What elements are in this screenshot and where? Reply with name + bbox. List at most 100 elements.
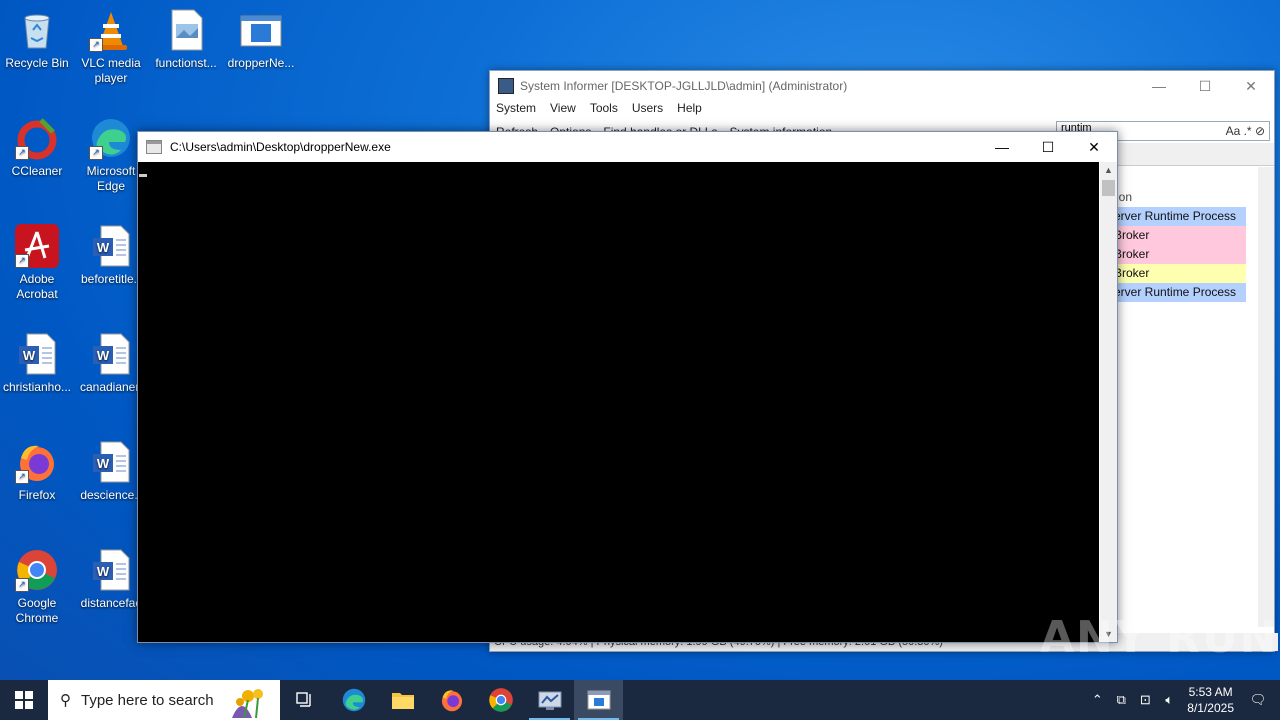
taskbar-search-box[interactable]: ⚲ Type here to search (48, 680, 280, 720)
recycle-bin-label: Recycle Bin (5, 56, 69, 70)
svg-text:W: W (97, 240, 110, 255)
desktop-icon-chrome[interactable]: ↗ Google Chrome (0, 548, 74, 626)
taskbar-firefox[interactable] (427, 680, 476, 720)
chrome-icon (488, 688, 513, 712)
word-document-icon: W (89, 548, 133, 592)
clock[interactable]: 5:53 AM 8/1/2025 (1187, 684, 1234, 716)
shortcut-arrow-icon: ↗ (89, 146, 103, 160)
recycle-bin-icon (15, 8, 59, 52)
christianho-label: christianho... (2, 380, 72, 394)
exe-file-icon (239, 8, 283, 52)
svg-text:W: W (23, 348, 36, 363)
process-row[interactable]: Broker (1110, 226, 1246, 245)
console-scrollbar[interactable]: ▲ ▼ (1100, 162, 1117, 642)
desktop-icon-acrobat[interactable]: ↗ Adobe Acrobat (0, 224, 74, 302)
search-options-icons[interactable]: Aa .* ⊘ (1226, 124, 1265, 138)
console-minimize-button[interactable]: — (979, 132, 1025, 162)
scroll-up-arrow-icon[interactable]: ▲ (1100, 162, 1117, 178)
ccleaner-icon: ↗ (15, 116, 59, 160)
network-icon[interactable]: ⊡ (1133, 692, 1157, 708)
menu-users[interactable]: Users (632, 101, 663, 121)
console-titlebar[interactable]: C:\Users\admin\Desktop\dropperNew.exe (138, 132, 1117, 161)
desktop-icon-droppernew[interactable]: dropperNe... (224, 8, 298, 71)
menu-help[interactable]: Help (677, 101, 702, 121)
chrome-label: Google Chrome (15, 596, 59, 625)
firefox-label: Firefox (18, 488, 56, 502)
process-list: ion erver Runtime Process Broker Broker … (1110, 187, 1246, 302)
svg-text:W: W (97, 348, 110, 363)
process-list-scrollbar[interactable] (1258, 167, 1274, 627)
maximize-button[interactable]: ☐ (1182, 71, 1228, 101)
firefox-icon: ↗ (15, 440, 59, 484)
console-output-area[interactable] (138, 162, 1099, 642)
device-icon[interactable]: ⧉ (1109, 692, 1133, 708)
menu-system[interactable]: System (496, 101, 536, 121)
system-informer-app-icon (498, 78, 514, 94)
word-document-icon: W (89, 332, 133, 376)
process-row[interactable]: erver Runtime Process (1110, 207, 1246, 226)
shortcut-arrow-icon: ↗ (15, 470, 29, 484)
desktop-icon-firefox[interactable]: ↗ Firefox (0, 440, 74, 503)
taskbar-console[interactable] (574, 680, 623, 720)
menu-tools[interactable]: Tools (590, 101, 618, 121)
process-row[interactable]: erver Runtime Process (1110, 283, 1246, 302)
chrome-icon: ↗ (15, 548, 59, 592)
firefox-icon (441, 690, 462, 712)
minimize-button[interactable]: — (1136, 71, 1182, 101)
ccleaner-label: CCleaner (11, 164, 63, 178)
shortcut-arrow-icon: ↗ (89, 38, 103, 52)
svg-text:W: W (97, 564, 110, 579)
console-cursor (139, 174, 147, 177)
edge-icon: ↗ (89, 116, 133, 160)
acrobat-icon: ↗ (15, 224, 59, 268)
search-icon: ⚲ (60, 692, 71, 709)
desktop-icon-vlc[interactable]: ↗ VLC media player (74, 8, 148, 86)
desktop-icon-ccleaner[interactable]: ↗ CCleaner (0, 116, 74, 179)
start-button[interactable] (0, 680, 48, 720)
windows-logo-icon (15, 691, 33, 709)
process-row[interactable]: Broker (1110, 245, 1246, 264)
task-view-icon (295, 692, 311, 707)
search-clear-icon[interactable]: ⊘ (1255, 124, 1265, 138)
scroll-thumb[interactable] (1102, 180, 1115, 196)
droppernew-label: dropperNe... (227, 56, 295, 70)
console-window[interactable]: C:\Users\admin\Desktop\dropperNew.exe — … (137, 131, 1118, 643)
anyrun-watermark: ANY RUN (1040, 612, 1279, 663)
taskbar-search-placeholder: Type here to search (81, 691, 214, 709)
menu-view[interactable]: View (550, 101, 576, 121)
console-close-button[interactable]: ✕ (1071, 132, 1117, 162)
console-title: C:\Users\admin\Desktop\dropperNew.exe (170, 139, 391, 154)
system-informer-icon (538, 691, 561, 710)
system-informer-title: System Informer [DESKTOP-JGLLJLD\admin] … (520, 79, 848, 93)
notifications-icon[interactable]: 🗨︎ (1246, 692, 1270, 708)
functionst-label: functionst... (155, 56, 217, 70)
desktop-icon-christianho[interactable]: W christianho... (0, 332, 74, 395)
edge-icon (342, 688, 365, 712)
taskbar-system-informer[interactable] (525, 680, 574, 720)
process-row[interactable]: Broker (1110, 264, 1246, 283)
console-app-icon (146, 139, 162, 154)
console-maximize-button[interactable]: ☐ (1025, 132, 1071, 162)
taskbar-edge[interactable] (329, 680, 378, 720)
shortcut-arrow-icon: ↗ (15, 146, 29, 160)
console-window-icon (587, 690, 610, 710)
desktop-icon-functionst[interactable]: functionst... (149, 8, 223, 71)
taskbar-file-explorer[interactable] (378, 680, 427, 720)
task-view-button[interactable] (280, 680, 329, 720)
clock-date: 8/1/2025 (1187, 701, 1234, 715)
word-document-icon: W (15, 332, 59, 376)
acrobat-label: Adobe Acrobat (16, 272, 58, 301)
volume-icon[interactable]: 🔈︎ (1157, 692, 1181, 708)
system-tray: ⌃ ⧉ ⊡ 🔈︎ 5:53 AM 8/1/2025 🗨︎ (1085, 680, 1280, 720)
taskbar-chrome[interactable] (476, 680, 525, 720)
shortcut-arrow-icon: ↗ (15, 578, 29, 592)
clock-time: 5:53 AM (1188, 685, 1233, 699)
description-column-header[interactable]: ion (1110, 187, 1246, 207)
chevron-up-icon[interactable]: ⌃ (1085, 692, 1109, 708)
vlc-label: VLC media player (81, 56, 141, 85)
svg-text:W: W (97, 456, 110, 471)
system-informer-menubar: System View Tools Users Help (490, 101, 1274, 121)
close-button[interactable]: ✕ (1228, 71, 1274, 101)
desktop-icon-recycle-bin[interactable]: Recycle Bin (0, 8, 74, 71)
taskbar: ⚲ Type here to search ⌃ ⧉ ⊡ 🔈︎ 5:53 AM 8… (0, 680, 1280, 720)
